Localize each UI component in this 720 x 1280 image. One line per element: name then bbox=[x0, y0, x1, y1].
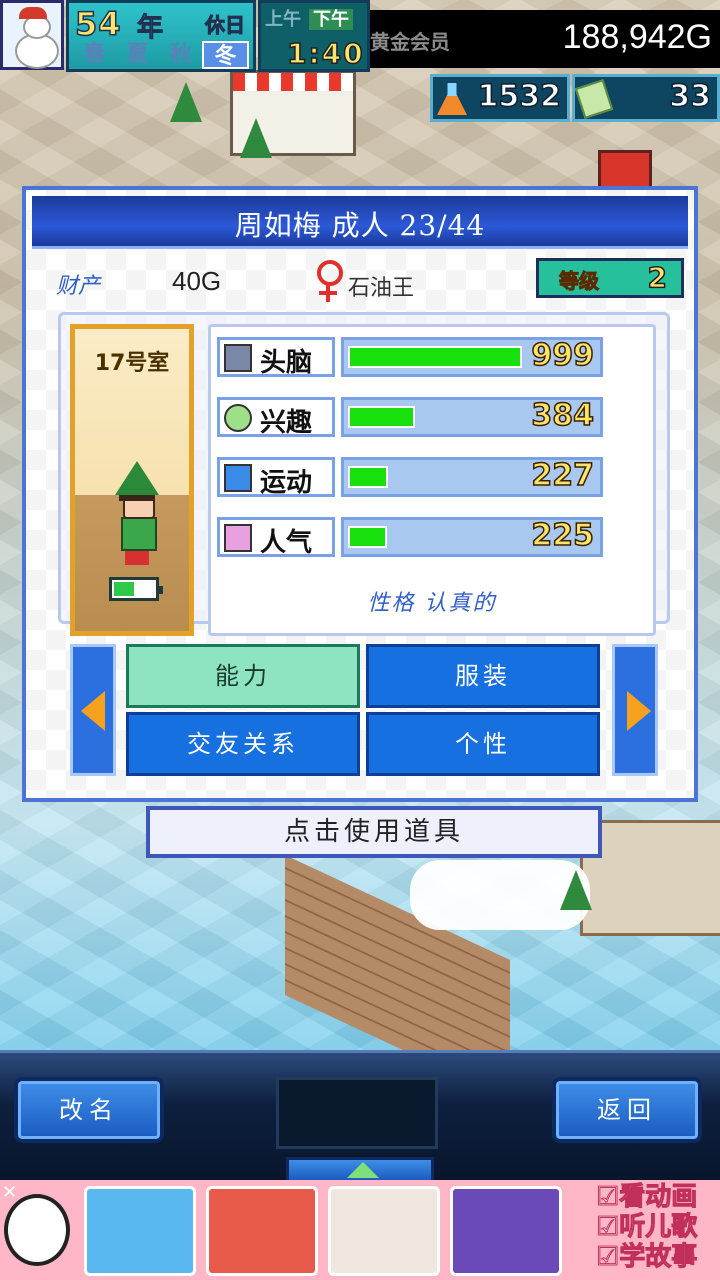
ad-close-button[interactable]: ✕ bbox=[2, 1182, 17, 1203]
snowman-icon[interactable] bbox=[0, 0, 64, 70]
clock-panel: 上午 下午 1:40 bbox=[258, 0, 370, 72]
stat-fill bbox=[348, 406, 415, 428]
ad-feature-list: ☑看动画 ☑听儿歌 ☑学故事 bbox=[596, 1182, 720, 1273]
stat-bar: 999 bbox=[341, 337, 603, 377]
resident-title: 周如梅 成人 23/44 bbox=[234, 209, 486, 242]
level-badge: 等级 2 bbox=[536, 258, 684, 298]
stat-row-interest: 兴趣 384 bbox=[217, 397, 609, 438]
season-winter: 冬 bbox=[202, 41, 249, 69]
stamina-battery-icon bbox=[109, 577, 163, 601]
stat-label: 运动 bbox=[260, 468, 313, 498]
stat-fill bbox=[348, 346, 522, 368]
tab-individuality[interactable]: 个性 bbox=[366, 712, 600, 776]
tree-icon bbox=[170, 82, 202, 122]
assets-value: 40G bbox=[172, 266, 222, 296]
season-autumn: 秋 bbox=[169, 42, 192, 67]
stat-value: 227 bbox=[531, 457, 595, 494]
research-points-value: 1532 bbox=[477, 78, 562, 115]
female-symbol-icon bbox=[314, 260, 344, 304]
level-value: 2 bbox=[647, 260, 668, 295]
rename-button[interactable]: 改名 bbox=[14, 1077, 164, 1143]
ad-banner[interactable]: ✕ ☑看动画 ☑听儿歌 ☑学故事 bbox=[0, 1180, 720, 1280]
tickets-value: 33 bbox=[669, 78, 712, 115]
ad-thumbnail[interactable] bbox=[450, 1186, 562, 1276]
am-label: 上午 bbox=[265, 9, 301, 30]
ad-thumbnail[interactable] bbox=[206, 1186, 318, 1276]
tab-clothing[interactable]: 服装 bbox=[366, 644, 600, 708]
ad-thumbnail[interactable] bbox=[328, 1186, 440, 1276]
bottom-panel: 改名 返回 bbox=[0, 1050, 720, 1183]
arrow-left-icon bbox=[81, 691, 105, 731]
stat-label: 头脑 bbox=[260, 348, 313, 378]
tab-friends[interactable]: 交友关系 bbox=[126, 712, 360, 776]
money-bar: 黄金会员 188,942G bbox=[370, 10, 720, 68]
stat-fill bbox=[348, 526, 387, 548]
stat-value: 999 bbox=[531, 337, 595, 374]
resident-info-dialog: 周如梅 成人 23/44 财产 40G 石油王 等级 2 17号室 头脑 999 bbox=[22, 186, 698, 802]
ticket-icon bbox=[574, 79, 614, 119]
popularity-icon bbox=[224, 524, 252, 552]
stat-label: 人气 bbox=[260, 528, 313, 558]
dialog-title-bar: 周如梅 成人 23/44 bbox=[32, 196, 688, 249]
use-item-button[interactable]: 点击使用道具 bbox=[146, 806, 602, 858]
stat-name-popularity: 人气 bbox=[217, 517, 335, 558]
clock-time: 1:40 bbox=[286, 36, 365, 71]
tickets: 33 bbox=[572, 74, 720, 122]
next-resident-button[interactable] bbox=[612, 644, 658, 776]
season-summer: 夏 bbox=[126, 42, 149, 67]
ad-thumbnail[interactable] bbox=[84, 1186, 196, 1276]
ad-feature-item: ☑看动画 bbox=[596, 1182, 698, 1213]
stat-fill bbox=[348, 466, 388, 488]
member-label: 黄金会员 bbox=[370, 30, 450, 54]
job-title: 石油王 bbox=[348, 276, 415, 301]
year-label: 年 bbox=[136, 13, 164, 44]
stat-value: 225 bbox=[531, 517, 595, 554]
season-indicator: 春 夏 秋 冬 bbox=[73, 41, 249, 69]
tree-icon bbox=[560, 870, 592, 910]
center-slot bbox=[276, 1077, 438, 1149]
top-hud: 54 年 休日 春 夏 秋 冬 上午 下午 1:40 黄金会员 188,942G bbox=[0, 0, 720, 72]
stat-name-sports: 运动 bbox=[217, 457, 335, 498]
character-sprite bbox=[111, 461, 163, 571]
season-spring: 春 bbox=[83, 42, 106, 67]
tab-ability[interactable]: 能力 bbox=[126, 644, 360, 708]
arrow-up-icon bbox=[347, 1162, 379, 1178]
year-number: 54 bbox=[74, 4, 122, 44]
stat-bar: 384 bbox=[341, 397, 603, 437]
room-label: 17号室 bbox=[94, 351, 170, 376]
arrow-right-icon bbox=[627, 691, 651, 731]
resident-portrait: 17号室 bbox=[70, 324, 194, 636]
assets-label: 财产 bbox=[56, 274, 101, 299]
stat-row-popularity: 人气 225 bbox=[217, 517, 609, 558]
ad-feature-item: ☑学故事 bbox=[596, 1242, 698, 1273]
date-panel: 54 年 休日 春 夏 秋 冬 bbox=[66, 0, 256, 72]
stat-name-brains: 头脑 bbox=[217, 337, 335, 378]
sports-icon bbox=[224, 464, 252, 492]
previous-resident-button[interactable] bbox=[70, 644, 116, 776]
stat-row-brains: 头脑 999 bbox=[217, 337, 609, 378]
stat-row-sports: 运动 227 bbox=[217, 457, 609, 498]
level-label: 等级 bbox=[559, 269, 600, 294]
stat-label: 兴趣 bbox=[260, 408, 313, 438]
stat-bar: 225 bbox=[341, 517, 603, 557]
research-points: 1532 bbox=[430, 74, 570, 122]
back-button[interactable]: 返回 bbox=[552, 1077, 702, 1143]
stat-name-interest: 兴趣 bbox=[217, 397, 335, 438]
tree-icon bbox=[240, 118, 272, 158]
resource-bar: 1532 33 bbox=[430, 74, 720, 124]
flask-icon bbox=[437, 83, 467, 115]
interest-icon bbox=[224, 404, 252, 432]
holiday-label: 休日 bbox=[205, 13, 246, 38]
stat-bar: 227 bbox=[341, 457, 603, 497]
pm-label: 下午 bbox=[309, 9, 353, 30]
am-pm-indicator: 上午 下午 bbox=[265, 5, 353, 31]
brain-icon bbox=[224, 344, 252, 372]
stats-panel: 头脑 999 兴趣 384 运动 227 人气 225 性格 认真的 bbox=[208, 324, 656, 636]
gold-amount: 188,942G bbox=[562, 18, 712, 56]
ad-feature-item: ☑听儿歌 bbox=[596, 1212, 698, 1243]
stat-value: 384 bbox=[531, 397, 595, 434]
panda-logo-icon bbox=[4, 1194, 70, 1266]
personality-text: 性格 认真的 bbox=[367, 591, 497, 616]
